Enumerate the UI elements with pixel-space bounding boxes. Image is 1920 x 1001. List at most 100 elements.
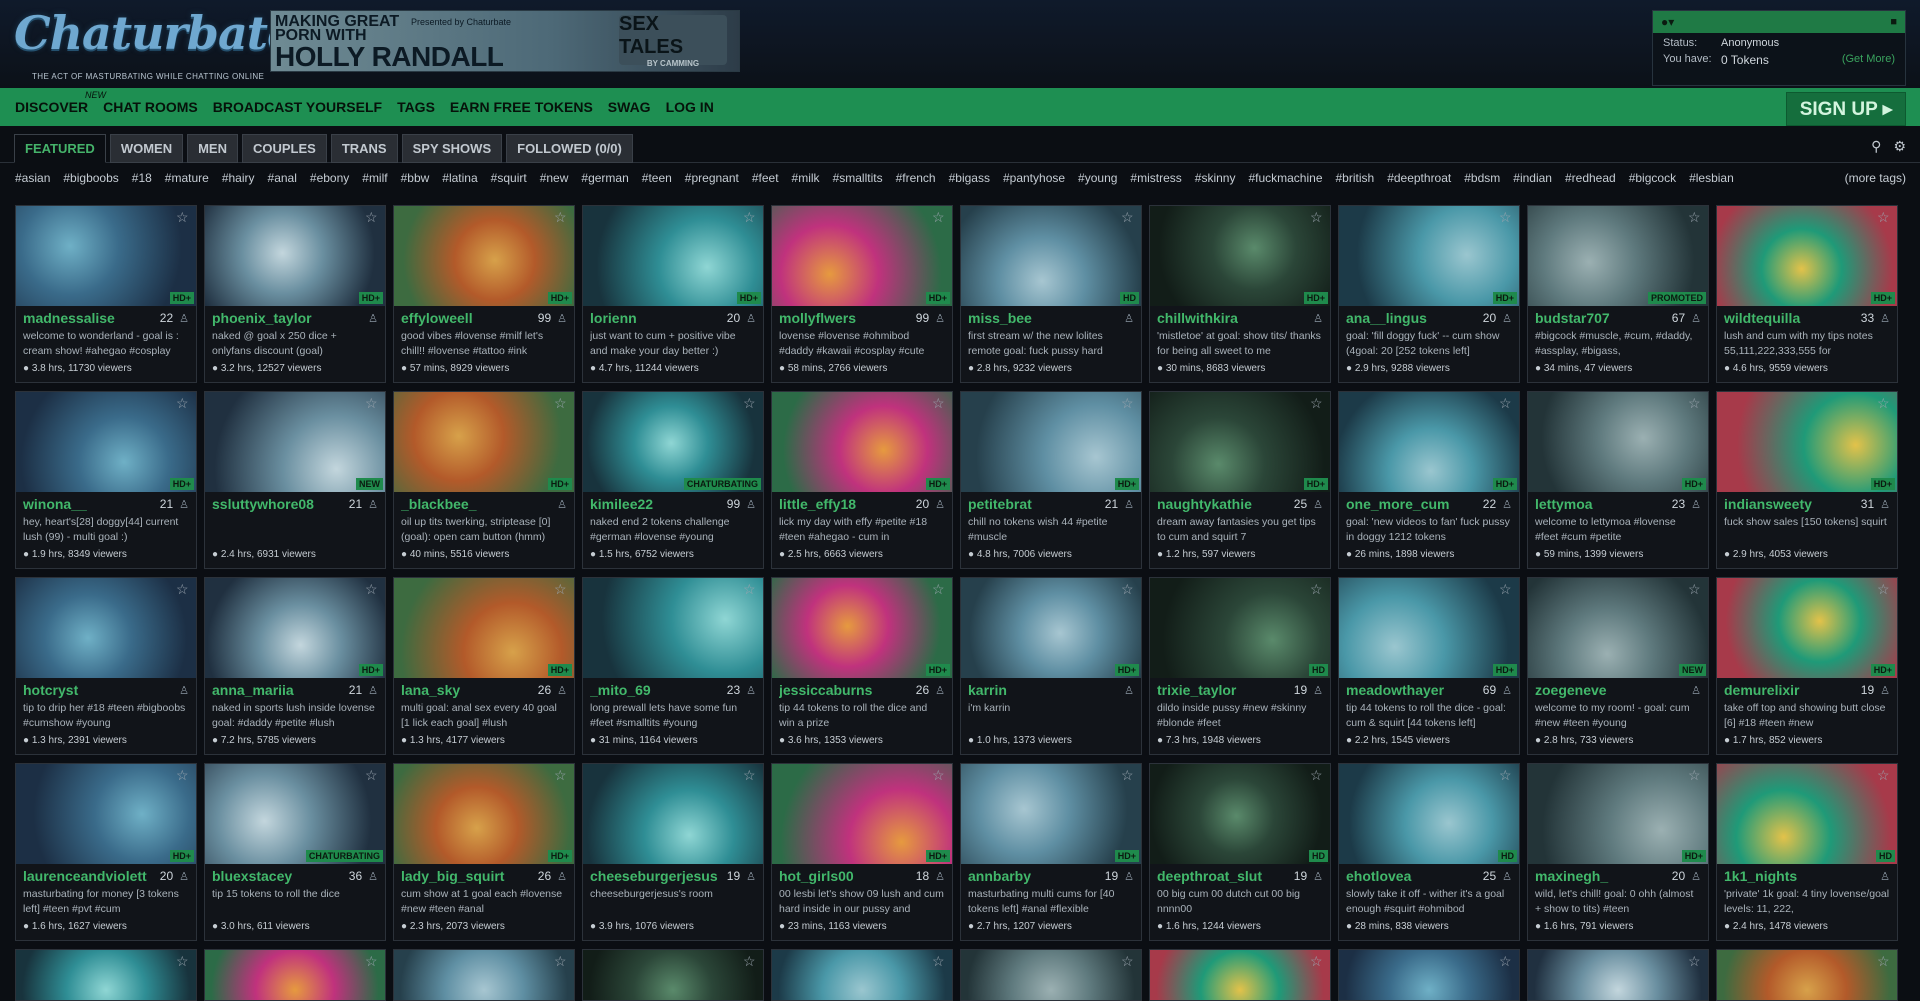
tag-link[interactable]: #bdsm xyxy=(1464,171,1500,185)
star-icon[interactable]: ☆ xyxy=(554,396,568,410)
room-card[interactable]: ☆ HD+ madnessalise 22 ♙ welcome to wonde… xyxy=(15,205,197,383)
tab-trans[interactable]: TRANS xyxy=(330,134,398,163)
tag-link[interactable]: #new xyxy=(540,171,569,185)
star-icon[interactable]: ☆ xyxy=(1499,396,1513,410)
tab-spy-shows[interactable]: SPY SHOWS xyxy=(401,134,503,163)
room-username[interactable]: phoenix_taylor xyxy=(212,310,358,326)
room-thumbnail[interactable]: ☆ HD+ xyxy=(1717,578,1897,678)
search-icon[interactable]: ⚲ xyxy=(1871,138,1881,155)
tag-link[interactable]: #feet xyxy=(752,171,779,185)
star-icon[interactable]: ☆ xyxy=(743,210,757,224)
user-menu-bar[interactable]: ●▾ ■ xyxy=(1653,11,1905,33)
nav-discover[interactable]: DISCOVER new xyxy=(15,90,106,115)
room-username[interactable]: _mito_69 xyxy=(590,682,723,698)
room-card[interactable]: ☆ HD+ demurelixir 19 ♙ take off top and … xyxy=(1716,577,1898,755)
room-username[interactable]: _blackbee_ xyxy=(401,496,547,512)
room-card[interactable]: ☆ HD trixie_taylor 19 ♙ dildo inside pus… xyxy=(1149,577,1331,755)
gear-icon[interactable]: ⚙ xyxy=(1893,138,1906,155)
star-icon[interactable]: ☆ xyxy=(743,954,757,968)
star-icon[interactable]: ☆ xyxy=(1121,768,1135,782)
tag-link[interactable]: #lesbian xyxy=(1689,171,1734,185)
room-thumbnail[interactable]: ☆ xyxy=(961,950,1141,1000)
room-username[interactable]: maxinegh_ xyxy=(1535,868,1668,884)
room-card[interactable]: ☆ xyxy=(15,949,197,1001)
tag-link[interactable]: #asian xyxy=(15,171,50,185)
tag-link[interactable]: #bbw xyxy=(401,171,430,185)
star-icon[interactable]: ☆ xyxy=(743,396,757,410)
room-card[interactable]: ☆ HD+ _blackbee_ ♙ oil up tits twerking,… xyxy=(393,391,575,569)
room-card[interactable]: ☆ xyxy=(1716,949,1898,1001)
star-icon[interactable]: ☆ xyxy=(1121,582,1135,596)
star-icon[interactable]: ☆ xyxy=(1688,954,1702,968)
room-card[interactable]: ☆ HD+ anna_mariia 21 ♙ naked in sports l… xyxy=(204,577,386,755)
star-icon[interactable]: ☆ xyxy=(1499,210,1513,224)
room-card[interactable]: ☆ HD+ lettymoa 23 ♙ welcome to lettymoa … xyxy=(1527,391,1709,569)
room-thumbnail[interactable]: ☆ HD+ xyxy=(394,578,574,678)
star-icon[interactable]: ☆ xyxy=(176,954,190,968)
star-icon[interactable]: ☆ xyxy=(743,768,757,782)
room-username[interactable]: miss_bee xyxy=(968,310,1114,326)
room-username[interactable]: hotcryst xyxy=(23,682,169,698)
room-card[interactable]: ☆ xyxy=(204,949,386,1001)
tag-link[interactable]: #hairy xyxy=(222,171,255,185)
room-thumbnail[interactable]: ☆ HD xyxy=(1150,578,1330,678)
room-username[interactable]: kimilee22 xyxy=(590,496,723,512)
room-card[interactable]: ☆ HD+ maxinegh_ 20 ♙ wild, let's chill! … xyxy=(1527,763,1709,941)
room-thumbnail[interactable]: ☆ NEW xyxy=(205,392,385,492)
room-username[interactable]: anna_mariia xyxy=(212,682,345,698)
room-thumbnail[interactable]: ☆ HD+ xyxy=(772,392,952,492)
tag-link[interactable]: #pregnant xyxy=(685,171,739,185)
star-icon[interactable]: ☆ xyxy=(1499,768,1513,782)
star-icon[interactable]: ☆ xyxy=(365,582,379,596)
room-card[interactable]: ☆ HD+ phoenix_taylor ♙ naked @ goal x 25… xyxy=(204,205,386,383)
room-thumbnail[interactable]: ☆ HD+ xyxy=(583,206,763,306)
room-username[interactable]: cheeseburgerjesus xyxy=(590,868,723,884)
tag-link[interactable]: #indian xyxy=(1513,171,1552,185)
room-thumbnail[interactable]: ☆ HD+ xyxy=(16,392,196,492)
room-thumbnail[interactable]: ☆ HD+ xyxy=(16,764,196,864)
tag-link[interactable]: #mature xyxy=(165,171,209,185)
star-icon[interactable]: ☆ xyxy=(176,396,190,410)
room-card[interactable]: ☆ HD+ chillwithkira ♙ 'mistletoe' at goa… xyxy=(1149,205,1331,383)
star-icon[interactable]: ☆ xyxy=(932,582,946,596)
room-thumbnail[interactable]: ☆ HD+ xyxy=(772,206,952,306)
room-thumbnail[interactable]: ☆ HD+ xyxy=(1717,206,1897,306)
nav-earn-tokens[interactable]: EARN FREE TOKENS xyxy=(450,99,593,115)
room-card[interactable]: ☆ xyxy=(1527,949,1709,1001)
nav-tags[interactable]: TAGS xyxy=(397,99,435,115)
star-icon[interactable]: ☆ xyxy=(1310,768,1324,782)
tab-women[interactable]: WOMEN xyxy=(109,134,184,163)
room-card[interactable]: ☆ HD+ naughtykathie 25 ♙ dream away fant… xyxy=(1149,391,1331,569)
room-card[interactable]: ☆ HD 1k1_nights ♙ 'private' 1k goal: 4 t… xyxy=(1716,763,1898,941)
room-username[interactable]: budstar707 xyxy=(1535,310,1668,326)
room-card[interactable]: ☆ HD+ lana_sky 26 ♙ multi goal: anal sex… xyxy=(393,577,575,755)
tag-link[interactable]: #mistress xyxy=(1130,171,1181,185)
room-thumbnail[interactable]: ☆ HD+ xyxy=(1528,392,1708,492)
room-username[interactable]: bluexstacey xyxy=(212,868,345,884)
room-username[interactable]: wildtequilla xyxy=(1724,310,1857,326)
tag-link[interactable]: #young xyxy=(1078,171,1117,185)
star-icon[interactable]: ☆ xyxy=(554,768,568,782)
tag-link[interactable]: #bigass xyxy=(949,171,990,185)
room-username[interactable]: lady_big_squirt xyxy=(401,868,534,884)
room-card[interactable]: ☆ HD ehotlovea 25 ♙ slowly take it off -… xyxy=(1338,763,1520,941)
room-username[interactable]: ehotlovea xyxy=(1346,868,1479,884)
room-username[interactable]: one_more_cum xyxy=(1346,496,1479,512)
star-icon[interactable]: ☆ xyxy=(1121,396,1135,410)
room-card[interactable]: ☆ HD+ indiansweety 31 ♙ fuck show sales … xyxy=(1716,391,1898,569)
room-card[interactable]: ☆ HD+ petitebrat 21 ♙ chill no tokens wi… xyxy=(960,391,1142,569)
room-thumbnail[interactable]: ☆ HD xyxy=(1150,764,1330,864)
room-thumbnail[interactable]: ☆ HD xyxy=(1717,764,1897,864)
star-icon[interactable]: ☆ xyxy=(554,954,568,968)
room-username[interactable]: zoegeneve xyxy=(1535,682,1681,698)
room-card[interactable]: ☆ PROMOTED budstar707 67 ♙ #bigcock #mus… xyxy=(1527,205,1709,383)
room-username[interactable]: naughtykathie xyxy=(1157,496,1290,512)
room-card[interactable]: ☆ xyxy=(393,949,575,1001)
room-thumbnail[interactable]: ☆ HD+ xyxy=(394,392,574,492)
more-tags-link[interactable]: (more tags) xyxy=(1845,171,1906,185)
room-username[interactable]: ssluttywhore08 xyxy=(212,496,345,512)
star-icon[interactable]: ☆ xyxy=(743,582,757,596)
room-card[interactable]: ☆ HD+ lorienn 20 ♙ just want to cum + po… xyxy=(582,205,764,383)
room-username[interactable]: lana_sky xyxy=(401,682,534,698)
room-card[interactable]: ☆ HD+ one_more_cum 22 ♙ goal: 'new video… xyxy=(1338,391,1520,569)
